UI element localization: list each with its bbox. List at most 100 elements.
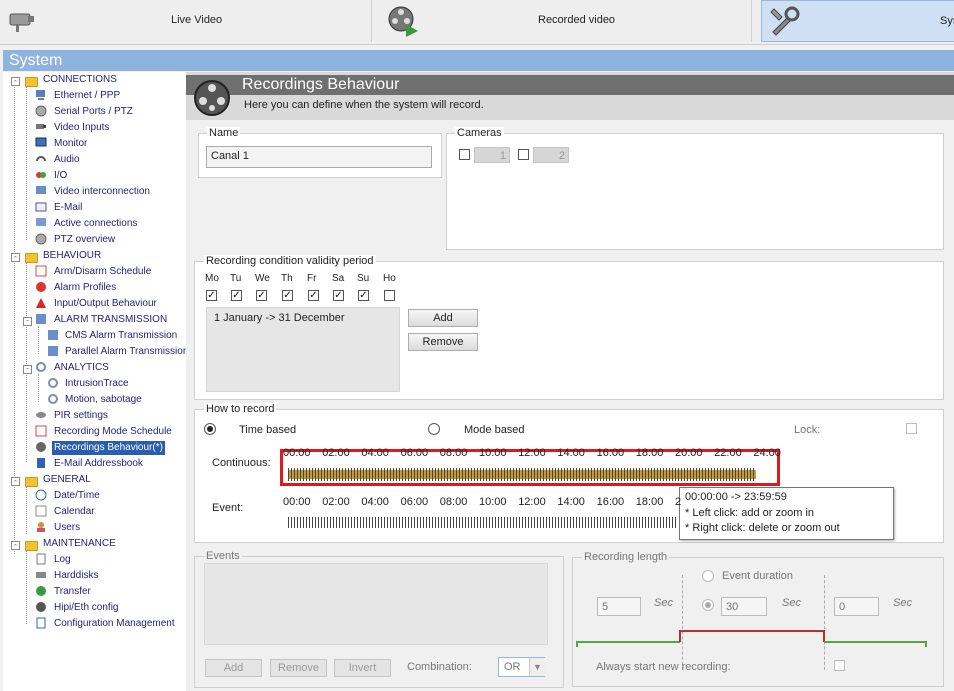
tree-group-behaviour[interactable]: BEHAVIOUR bbox=[43, 249, 101, 263]
camera-2-checkbox[interactable] bbox=[518, 149, 529, 160]
lock-checkbox[interactable] bbox=[906, 423, 917, 434]
duration-input[interactable]: 30 bbox=[721, 597, 767, 616]
tab-live-video[interactable]: Live Video bbox=[0, 0, 372, 42]
camera-2-label: 2 bbox=[558, 150, 565, 162]
fixed-duration-radio[interactable] bbox=[702, 599, 714, 611]
tree-item-intrusiontrace[interactable]: IntrusionTrace bbox=[65, 377, 129, 391]
time-based-radio[interactable] bbox=[204, 423, 216, 435]
tree-item-rec-mode-schedule[interactable]: Recording Mode Schedule bbox=[54, 425, 172, 439]
events-list[interactable] bbox=[204, 563, 548, 645]
tab-live-video-label: Live Video bbox=[171, 14, 223, 26]
tree-item-serial[interactable]: Serial Ports / PTZ bbox=[54, 105, 133, 119]
collapse-toggle[interactable]: - bbox=[11, 477, 20, 486]
tab-recorded-video[interactable]: Recorded video bbox=[372, 0, 752, 42]
continuous-hour-tick: 08:00 bbox=[439, 447, 468, 459]
add-period-button[interactable]: Add bbox=[408, 309, 478, 327]
top-navigation: Live Video Recorded video Sys bbox=[0, 0, 954, 45]
combination-label: Combination: bbox=[407, 661, 472, 673]
tree-item-io[interactable]: I/O bbox=[54, 169, 67, 183]
page-subtitle: Here you can define when the system will… bbox=[244, 99, 484, 111]
tree-group-general[interactable]: GENERAL bbox=[43, 473, 91, 487]
tree-item-users[interactable]: Users bbox=[54, 521, 80, 535]
alarm-transmission-icon bbox=[35, 313, 47, 325]
tree-item-parallel-alarm[interactable]: Parallel Alarm Transmission bbox=[65, 345, 188, 359]
combination-select[interactable]: OR ▼ bbox=[498, 657, 545, 677]
period-list[interactable]: 1 January -> 31 December bbox=[206, 307, 400, 392]
tree-item-config-management[interactable]: Configuration Management bbox=[54, 617, 175, 631]
event-hour-tick: 00:00 bbox=[283, 496, 311, 508]
tree-group-alarm-transmission[interactable]: ALARM TRANSMISSION bbox=[54, 313, 167, 327]
collapse-toggle[interactable]: - bbox=[11, 541, 20, 550]
day-checkbox-ho[interactable] bbox=[384, 290, 395, 301]
tree-item-video-inputs[interactable]: Video Inputs bbox=[54, 121, 109, 135]
day-checkbox-we[interactable]: ✓ bbox=[256, 290, 267, 301]
tree-item-harddisks[interactable]: Harddisks bbox=[54, 569, 98, 583]
events-add-button[interactable]: Add bbox=[205, 659, 262, 677]
events-remove-button[interactable]: Remove bbox=[270, 659, 327, 677]
tree-item-email[interactable]: E-Mail bbox=[54, 201, 82, 215]
tree-item-ethernet[interactable]: Ethernet / PPP bbox=[54, 89, 120, 103]
tree-item-motion-sabotage[interactable]: Motion, sabotage bbox=[65, 393, 142, 407]
tree-item-arm-disarm[interactable]: Arm/Disarm Schedule bbox=[54, 265, 151, 279]
tree-item-cms-alarm[interactable]: CMS Alarm Transmission bbox=[65, 329, 177, 343]
tree-item-pir[interactable]: PIR settings bbox=[54, 409, 108, 423]
continuous-hour-tick: 06:00 bbox=[400, 447, 429, 459]
continuous-timeline-ticks bbox=[288, 468, 756, 481]
tree-item-calendar[interactable]: Calendar bbox=[54, 505, 95, 519]
camera-1-checkbox[interactable] bbox=[459, 149, 470, 160]
gear-icon bbox=[47, 393, 59, 405]
transfer-icon bbox=[35, 585, 47, 597]
day-checkbox-tu[interactable]: ✓ bbox=[231, 290, 242, 301]
always-new-checkbox[interactable] bbox=[834, 660, 845, 671]
cms-icon bbox=[47, 329, 59, 341]
tab-system[interactable]: Sys bbox=[761, 0, 954, 42]
calendar-icon bbox=[35, 265, 47, 277]
collapse-toggle[interactable]: - bbox=[11, 253, 20, 262]
name-input[interactable]: Canal 1 bbox=[206, 146, 432, 168]
tree-item-datetime[interactable]: Date/Time bbox=[54, 489, 100, 503]
event-duration-radio[interactable] bbox=[702, 570, 714, 582]
mode-based-radio[interactable] bbox=[428, 423, 440, 435]
post-record-input[interactable]: 0 bbox=[834, 597, 879, 616]
collapse-toggle[interactable]: - bbox=[11, 77, 20, 86]
day-checkbox-fr[interactable]: ✓ bbox=[308, 290, 319, 301]
collapse-toggle[interactable]: - bbox=[23, 317, 32, 326]
tree-item-email-addressbook[interactable]: E-Mail Addressbook bbox=[54, 457, 143, 471]
tree-item-recordings-behaviour[interactable]: Recordings Behaviour(*) bbox=[52, 441, 165, 455]
period-item[interactable]: 1 January -> 31 December bbox=[214, 312, 345, 324]
day-checkbox-sa[interactable]: ✓ bbox=[333, 290, 344, 301]
tree-group-analytics[interactable]: ANALYTICS bbox=[54, 361, 109, 375]
time-based-label: Time based bbox=[239, 424, 297, 436]
tree-item-audio[interactable]: Audio bbox=[54, 153, 80, 167]
checklist-icon bbox=[35, 617, 47, 629]
tree-group-connections[interactable]: CONNECTIONS bbox=[43, 73, 117, 87]
tree-item-alarm-profiles[interactable]: Alarm Profiles bbox=[54, 281, 116, 295]
tree-item-io-behaviour[interactable]: Input/Output Behaviour bbox=[54, 297, 157, 311]
validity-legend: Recording condition validity period bbox=[204, 255, 376, 267]
collapse-toggle[interactable]: - bbox=[23, 365, 32, 374]
event-hour-tick: 16:00 bbox=[596, 496, 625, 508]
chevron-down-icon: ▼ bbox=[529, 658, 545, 676]
folder-icon bbox=[25, 541, 38, 551]
film-reel-icon bbox=[35, 441, 47, 453]
remove-period-button[interactable]: Remove bbox=[408, 333, 478, 351]
tree-item-log[interactable]: Log bbox=[54, 553, 71, 567]
tree-item-transfer[interactable]: Transfer bbox=[54, 585, 91, 599]
event-timeline[interactable] bbox=[288, 517, 678, 528]
day-checkbox-su[interactable]: ✓ bbox=[358, 290, 369, 301]
tree-item-video-interconnection[interactable]: Video interconnection bbox=[54, 185, 150, 199]
tree-line bbox=[38, 374, 39, 402]
tree-item-hipi[interactable]: Hipi/Eth config bbox=[54, 601, 118, 615]
tooltip-line-3: * Right click: delete or zoom out bbox=[685, 522, 840, 534]
day-checkbox-th[interactable]: ✓ bbox=[282, 290, 293, 301]
day-checkbox-mo[interactable]: ✓ bbox=[206, 290, 217, 301]
tree-item-ptz-overview[interactable]: PTZ overview bbox=[54, 233, 115, 247]
tree-item-active-connections[interactable]: Active connections bbox=[54, 217, 137, 231]
wrench-icon bbox=[768, 5, 802, 40]
film-reel-icon bbox=[386, 4, 420, 41]
tree-group-maintenance[interactable]: MAINTENANCE bbox=[43, 537, 116, 551]
day-label-mo: Mo bbox=[205, 273, 219, 284]
pre-record-input[interactable]: 5 bbox=[597, 597, 641, 616]
tree-item-monitor[interactable]: Monitor bbox=[54, 137, 87, 151]
events-invert-button[interactable]: Invert bbox=[334, 659, 391, 677]
